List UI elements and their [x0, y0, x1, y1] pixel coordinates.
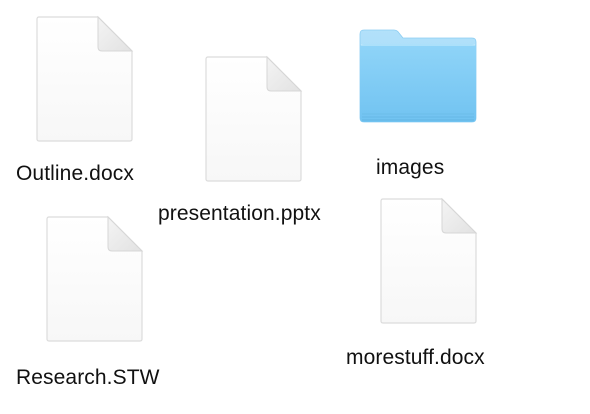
file-name-label: Research.STW — [16, 366, 160, 389]
file-name-label: Outline.docx — [16, 162, 134, 185]
file-item-morestuff-docx[interactable]: morestuff.docx — [330, 190, 540, 380]
document-icon[interactable] — [205, 55, 303, 182]
file-item-research-stw[interactable]: Research.STW — [0, 210, 200, 400]
folder-icon[interactable] — [356, 28, 480, 128]
desktop-file-area: Outline.docx presentation.pptx images Re… — [0, 0, 590, 414]
document-icon[interactable] — [46, 215, 144, 342]
document-icon[interactable] — [36, 15, 134, 142]
folder-name-label: images — [376, 156, 445, 179]
document-icon[interactable] — [380, 197, 478, 324]
folder-item-images[interactable]: images — [340, 20, 500, 190]
file-name-label: morestuff.docx — [346, 346, 485, 369]
